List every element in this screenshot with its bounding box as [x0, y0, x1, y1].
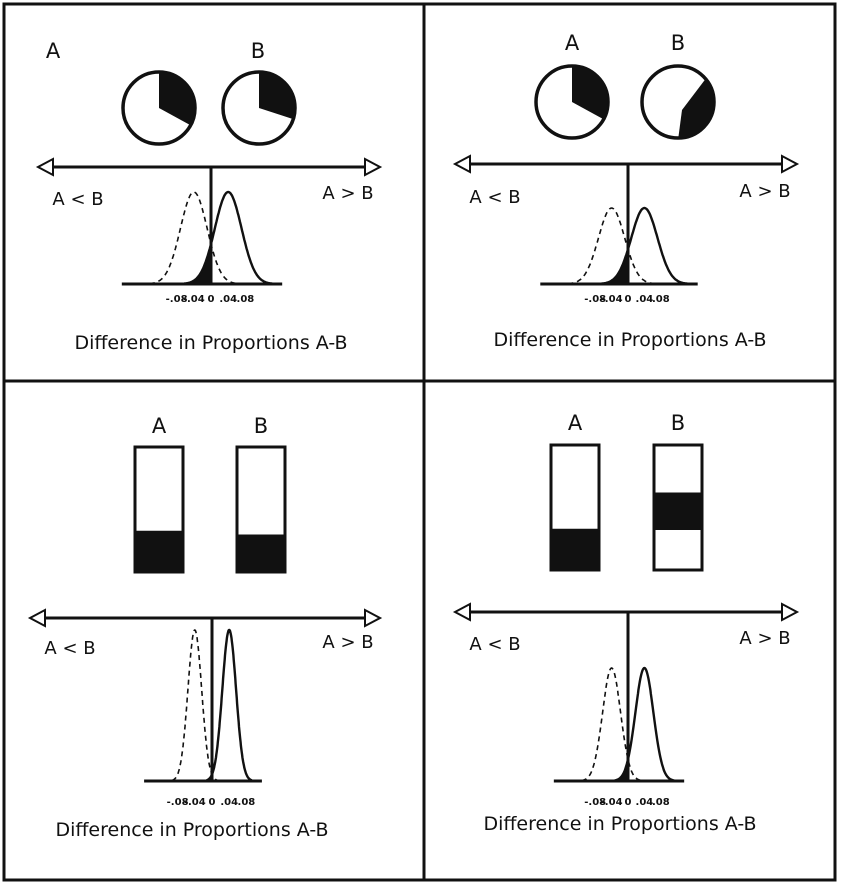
label-a: A: [568, 411, 583, 435]
tick-label: .08: [652, 294, 670, 305]
tick-label: 0: [208, 294, 215, 305]
tick-label: .08: [237, 294, 255, 305]
tick-label: 0: [209, 797, 216, 808]
tick-label: .04: [220, 797, 238, 808]
tick-label: -.04: [184, 797, 206, 808]
tick-label: -.04: [601, 797, 623, 808]
label-b: B: [671, 31, 685, 55]
label-a: A: [565, 31, 580, 55]
left-relation-label: A < B: [469, 634, 520, 655]
bar-b-fill: [237, 534, 285, 572]
x-axis-label: Difference in Proportions A-B: [74, 332, 347, 354]
tick-label: -.04: [183, 294, 205, 305]
right-relation-label: A > B: [739, 181, 790, 202]
label-b: B: [251, 39, 265, 63]
right-relation-label: A > B: [739, 628, 790, 649]
bar-b-fill: [654, 492, 702, 530]
bar-a-fill: [551, 528, 599, 570]
x-axis-label: Difference in Proportions A-B: [483, 813, 756, 835]
tick-label: .04: [636, 797, 654, 808]
tick-label: .04: [636, 294, 654, 305]
label-a: A: [152, 414, 167, 438]
label-a: A: [46, 39, 61, 63]
tick-label: .08: [238, 797, 256, 808]
x-axis-label: Difference in Proportions A-B: [493, 329, 766, 351]
bar-a-fill: [135, 530, 183, 572]
figure-canvas: A BA < BA > B-.08-.04 0.04.08Difference in…: [2, 2, 837, 882]
left-relation-label: A < B: [44, 638, 95, 659]
tick-label: -.04: [601, 294, 623, 305]
left-relation-label: A < B: [52, 189, 103, 210]
tick-label: .04: [219, 294, 237, 305]
x-axis-label: Difference in Proportions A-B: [55, 819, 328, 841]
outer-frame: [2, 2, 837, 882]
tick-label: .08: [652, 797, 670, 808]
tick-label: 0: [625, 294, 632, 305]
left-relation-label: A < B: [469, 187, 520, 208]
label-b: B: [671, 411, 685, 435]
tick-label: 0: [625, 797, 632, 808]
right-relation-label: A > B: [322, 183, 373, 204]
right-relation-label: A > B: [322, 632, 373, 653]
label-b: B: [254, 414, 268, 438]
